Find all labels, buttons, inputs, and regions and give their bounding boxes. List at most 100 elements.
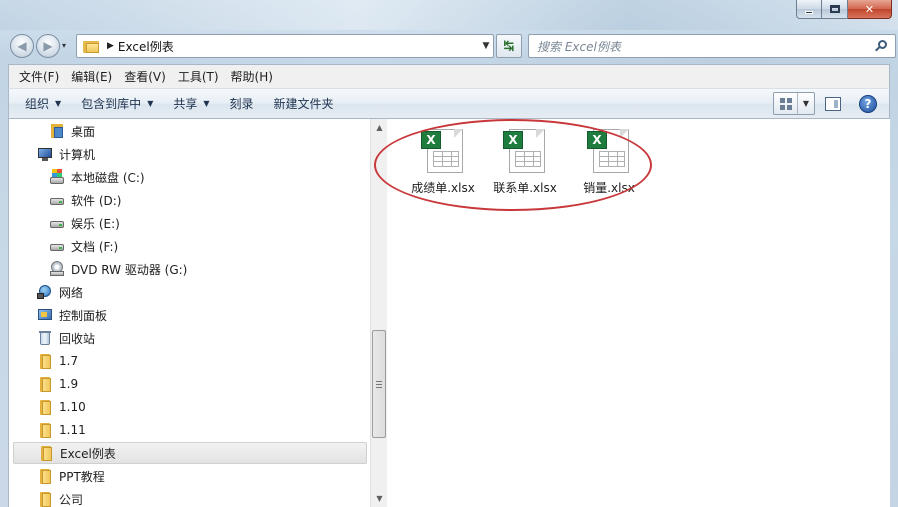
view-grid-icon xyxy=(774,93,798,114)
system-disk-icon xyxy=(49,169,65,185)
nav-tree-label: 桌面 xyxy=(71,124,96,139)
nav-tree-item[interactable]: 控制面板 xyxy=(37,304,107,326)
nav-tree-item[interactable]: 娱乐 (E:) xyxy=(49,212,120,234)
view-dropdown-icon[interactable]: ▼ xyxy=(798,99,814,108)
back-arrow-icon: ◀ xyxy=(17,39,27,53)
nav-tree-item[interactable]: 文档 (F:) xyxy=(49,235,118,257)
chevron-down-icon: ▼ xyxy=(147,99,154,108)
breadcrumb-current[interactable]: Excel例表 xyxy=(118,38,174,55)
computer-icon xyxy=(37,146,53,162)
menu-edit[interactable]: 编辑(E) xyxy=(65,66,118,88)
folder-icon xyxy=(37,376,53,392)
nav-tree-label: 1.11 xyxy=(59,423,86,437)
preview-pane-icon[interactable] xyxy=(825,96,841,111)
nav-tree-label: 控制面板 xyxy=(59,308,108,323)
file-item[interactable]: X 销量.xlsx xyxy=(574,129,644,201)
help-icon[interactable]: ? xyxy=(859,94,877,113)
navigation-row: ◀ ▶ ▾ ▶ Excel例表 ▼ ↹ 搜索 Excel例表 xyxy=(8,32,896,60)
organize-button[interactable]: 组织 ▼ xyxy=(15,89,71,118)
nav-tree-item[interactable]: 1.11 xyxy=(37,419,86,441)
nav-tree-item[interactable]: Excel例表 xyxy=(13,442,367,464)
change-view-button[interactable]: ▼ xyxy=(773,92,815,115)
excel-file-icon: X xyxy=(421,129,465,175)
scroll-down-icon[interactable]: ▼ xyxy=(371,490,388,507)
search-input[interactable]: 搜索 Excel例表 xyxy=(528,34,896,58)
folder-icon xyxy=(38,445,54,461)
chevron-down-icon: ▼ xyxy=(55,99,62,108)
nav-tree-label: 公司 xyxy=(59,492,84,507)
include-in-library-button[interactable]: 包含到库中 ▼ xyxy=(71,89,163,118)
back-button[interactable]: ◀ xyxy=(10,34,34,58)
folder-icon xyxy=(37,468,53,484)
command-bar-right: ▼ ? xyxy=(773,89,889,118)
title-bar xyxy=(0,0,898,30)
folder-icon xyxy=(37,353,53,369)
address-dropdown-icon[interactable]: ▼ xyxy=(479,41,493,51)
control-panel-icon xyxy=(37,307,53,323)
nav-tree-item[interactable]: 计算机 xyxy=(37,143,95,165)
scroll-thumb[interactable] xyxy=(372,330,386,438)
nav-tree-item[interactable]: 公司 xyxy=(37,488,83,507)
nav-tree-label: 1.10 xyxy=(59,400,86,414)
nav-tree-item[interactable]: 1.7 xyxy=(37,350,78,372)
address-bar[interactable]: ▶ Excel例表 ▼ xyxy=(76,34,494,58)
disk-icon xyxy=(49,238,65,254)
nav-tree-label: DVD RW 驱动器 (G:) xyxy=(71,262,188,277)
navigation-pane: 桌面计算机本地磁盘 (C:) 软件 (D:) 娱乐 (E:) 文档 (F:) DVD R… xyxy=(9,119,370,507)
network-icon xyxy=(37,284,53,300)
close-icon: ✕ xyxy=(864,2,875,16)
menu-bar: 文件(F) 编辑(E) 查看(V) 工具(T) 帮助(H) xyxy=(8,64,890,88)
nav-tree-item[interactable]: 1.9 xyxy=(37,373,78,395)
menu-tools[interactable]: 工具(T) xyxy=(172,66,225,88)
refresh-icon: ↹ xyxy=(503,38,515,54)
folder-icon xyxy=(37,422,53,438)
desktop-icon xyxy=(49,123,65,139)
file-name: 联系单.xlsx xyxy=(493,181,557,195)
file-item[interactable]: X 成绩单.xlsx xyxy=(408,129,478,201)
nav-tree-label: 娱乐 (E:) xyxy=(71,216,120,231)
nav-tree-item[interactable]: 网络 xyxy=(37,281,83,303)
file-list-pane: X 成绩单.xlsx X 联系单.xlsx X 销量.xlsx xyxy=(388,119,890,507)
caption-buttons: ✕ xyxy=(796,0,892,20)
nav-tree-label: 文档 (F:) xyxy=(71,239,119,254)
menu-view[interactable]: 查看(V) xyxy=(118,66,172,88)
menu-help[interactable]: 帮助(H) xyxy=(225,66,279,88)
maximize-icon xyxy=(829,5,840,13)
nav-tree-label: 软件 (D:) xyxy=(71,193,122,208)
include-library-label: 包含到库中 xyxy=(81,97,142,111)
folder-icon xyxy=(37,491,53,507)
nav-tree-item[interactable]: 本地磁盘 (C:) xyxy=(49,166,145,188)
nav-tree-item[interactable]: 1.10 xyxy=(37,396,86,418)
share-button[interactable]: 共享 ▼ xyxy=(163,89,219,118)
search-icon[interactable] xyxy=(875,40,887,52)
nav-tree-label: 本地磁盘 (C:) xyxy=(71,170,145,185)
navigation-scrollbar[interactable]: ▲ ▼ xyxy=(370,119,387,507)
nav-tree-item[interactable]: 回收站 xyxy=(37,327,95,349)
file-item[interactable]: X 联系单.xlsx xyxy=(490,129,560,201)
nav-tree-item[interactable]: 桌面 xyxy=(49,120,95,142)
forward-button[interactable]: ▶ xyxy=(36,34,60,58)
close-button[interactable]: ✕ xyxy=(848,0,892,19)
minimize-button[interactable] xyxy=(796,0,822,19)
maximize-button[interactable] xyxy=(822,0,848,19)
forward-arrow-icon: ▶ xyxy=(43,39,53,53)
excel-file-icon: X xyxy=(587,129,631,175)
nav-tree-label: PPT教程 xyxy=(59,469,105,484)
menu-file[interactable]: 文件(F) xyxy=(13,66,65,88)
nav-tree-item[interactable]: 软件 (D:) xyxy=(49,189,121,211)
dvd-icon xyxy=(49,261,65,277)
organize-label: 组织 xyxy=(25,97,50,111)
search-placeholder: 搜索 Excel例表 xyxy=(537,39,621,54)
nav-tree-item[interactable]: PPT教程 xyxy=(37,465,105,487)
refresh-button[interactable]: ↹ xyxy=(496,34,522,58)
nav-tree-label: 1.9 xyxy=(59,377,79,391)
new-folder-button[interactable]: 新建文件夹 xyxy=(264,89,344,118)
disk-icon xyxy=(49,192,65,208)
scroll-up-icon[interactable]: ▲ xyxy=(371,119,388,136)
recent-pages-dropdown[interactable]: ▾ xyxy=(62,41,72,51)
breadcrumb-separator-icon[interactable]: ▶ xyxy=(107,41,114,51)
chevron-down-icon: ▼ xyxy=(203,99,210,108)
burn-button[interactable]: 刻录 xyxy=(220,89,264,118)
file-name: 成绩单.xlsx xyxy=(411,181,475,195)
nav-tree-item[interactable]: DVD RW 驱动器 (G:) xyxy=(49,258,187,280)
